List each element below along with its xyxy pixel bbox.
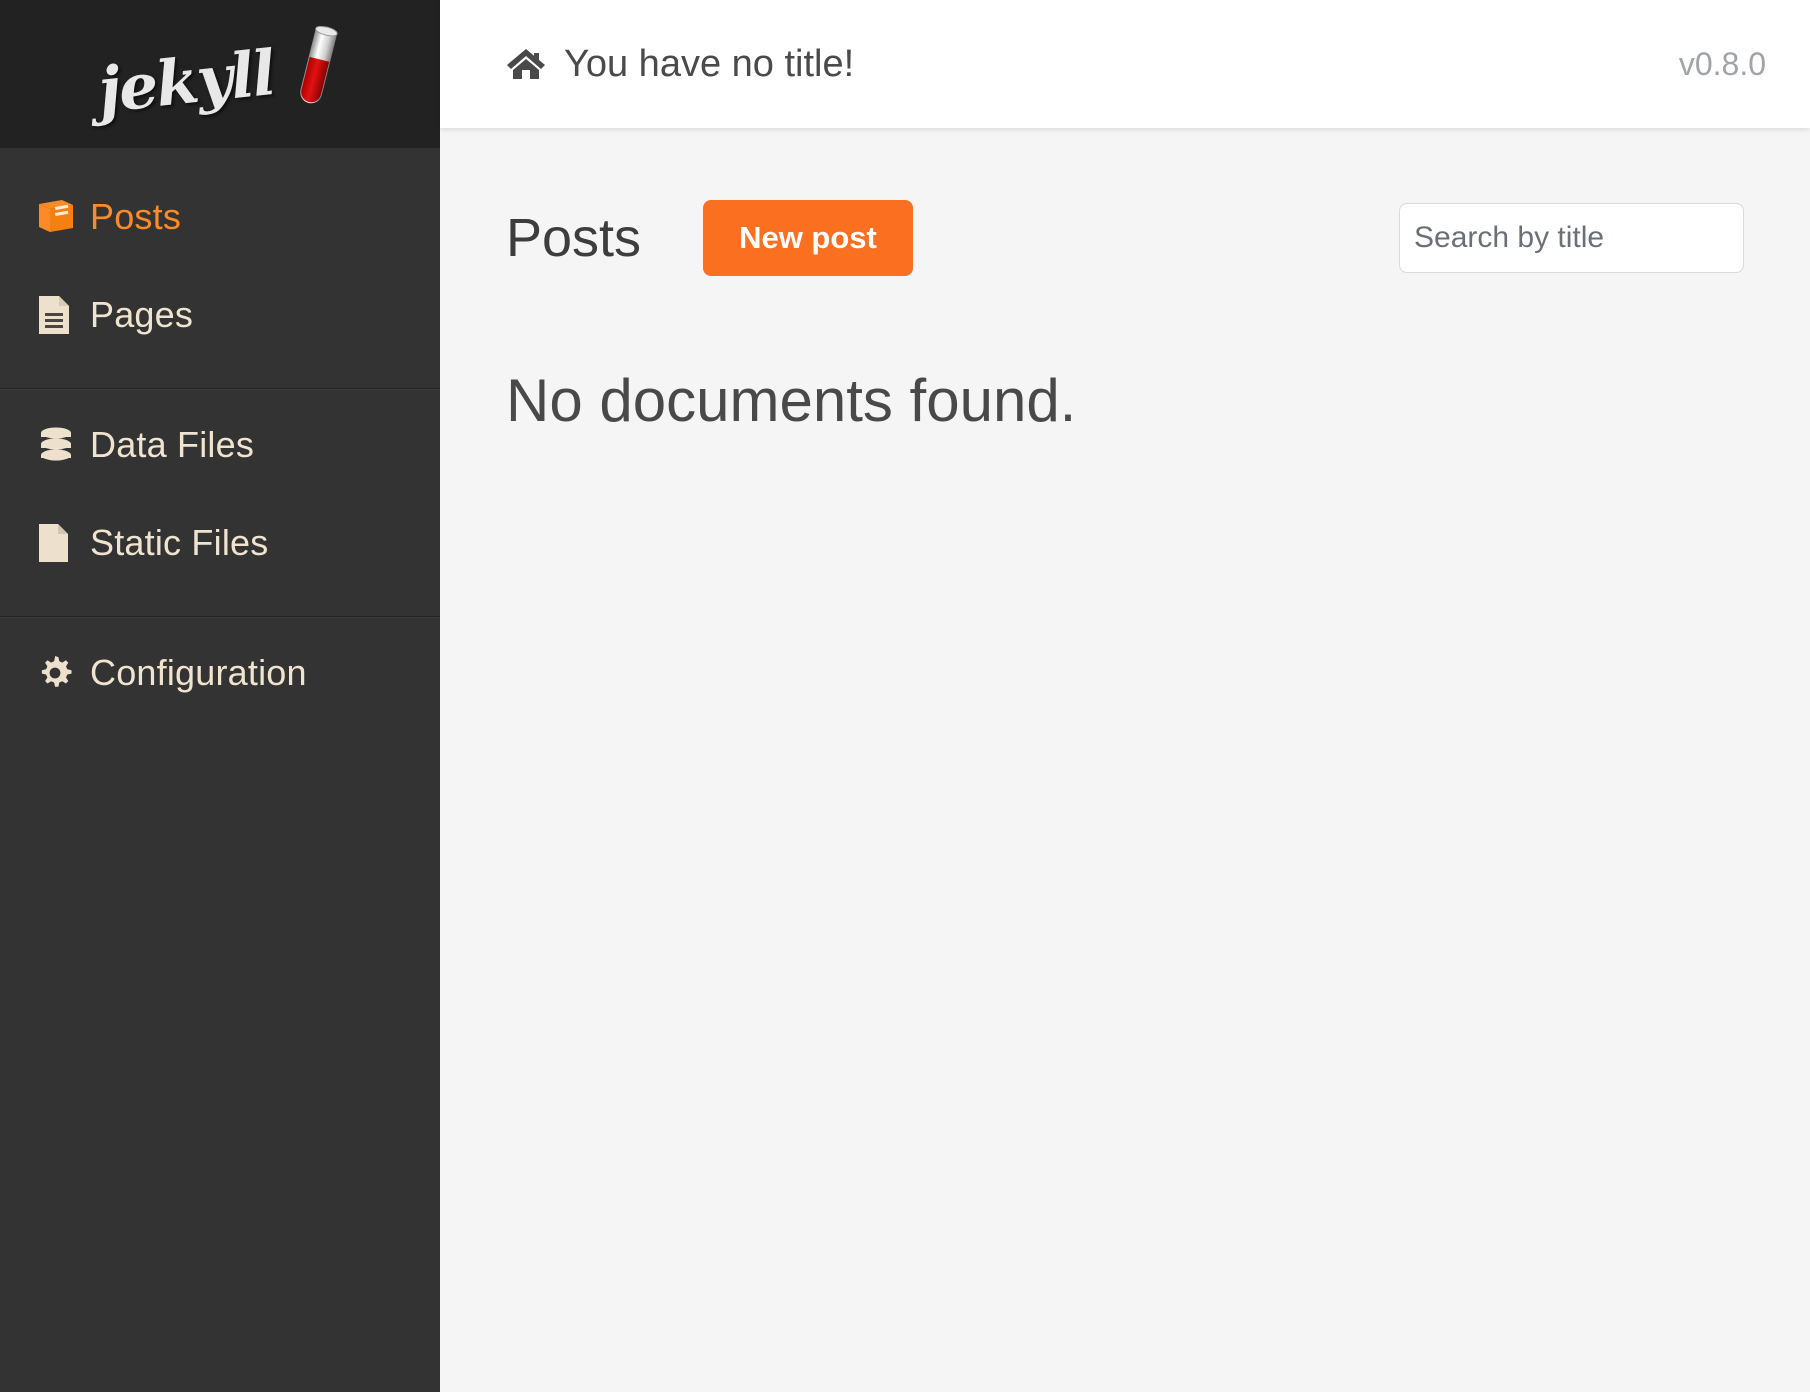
site-title-link[interactable]: You have no title! (506, 43, 854, 86)
test-tube-icon (300, 25, 338, 104)
blank-file-icon (36, 522, 82, 564)
content-area: Posts New post No documents found. (440, 128, 1810, 1392)
site-title-text: You have no title! (564, 42, 855, 85)
sidebar-item-data-files[interactable]: Data Files (0, 396, 440, 494)
sidebar-nav: Posts Pages Data Files Static Files Conf… (0, 148, 440, 1392)
admin-app: jekyll Posts Pages Data Files Static Fil… (0, 0, 1810, 1392)
version-label: v0.8.0 (1678, 45, 1766, 82)
topbar: You have no title! v0.8.0 (440, 0, 1810, 128)
logo-area[interactable]: jekyll (0, 0, 440, 148)
sidebar-item-posts[interactable]: Posts (0, 168, 440, 266)
database-icon (36, 425, 82, 465)
document-lines-icon (36, 294, 82, 336)
nav-group-settings: Configuration (0, 618, 440, 746)
nav-group-content: Posts Pages (0, 162, 440, 388)
sidebar: jekyll Posts Pages Data Files Static Fil… (0, 0, 440, 1392)
sidebar-item-label: Static Files (90, 522, 269, 563)
nav-group-files: Data Files Static Files (0, 390, 440, 616)
sidebar-item-label: Pages (90, 294, 194, 335)
new-post-button[interactable]: New post (703, 200, 913, 276)
home-icon (506, 47, 546, 81)
sidebar-item-configuration[interactable]: Configuration (0, 624, 440, 722)
search-input[interactable] (1399, 203, 1744, 273)
content-header: Posts New post (506, 190, 1744, 286)
main-area: You have no title! v0.8.0 Posts New post… (440, 0, 1810, 1392)
logo-wordmark: jekyll (94, 36, 278, 127)
book-icon (36, 198, 82, 236)
sidebar-item-static-files[interactable]: Static Files (0, 494, 440, 592)
page-title: Posts (506, 208, 642, 268)
sidebar-item-label: Posts (90, 196, 182, 237)
sidebar-item-pages[interactable]: Pages (0, 266, 440, 364)
gear-icon (36, 654, 82, 692)
sidebar-item-label: Data Files (90, 424, 255, 465)
jekyll-logo: jekyll (90, 19, 350, 129)
empty-state-message: No documents found. (506, 367, 1077, 434)
sidebar-item-label: Configuration (90, 652, 307, 693)
